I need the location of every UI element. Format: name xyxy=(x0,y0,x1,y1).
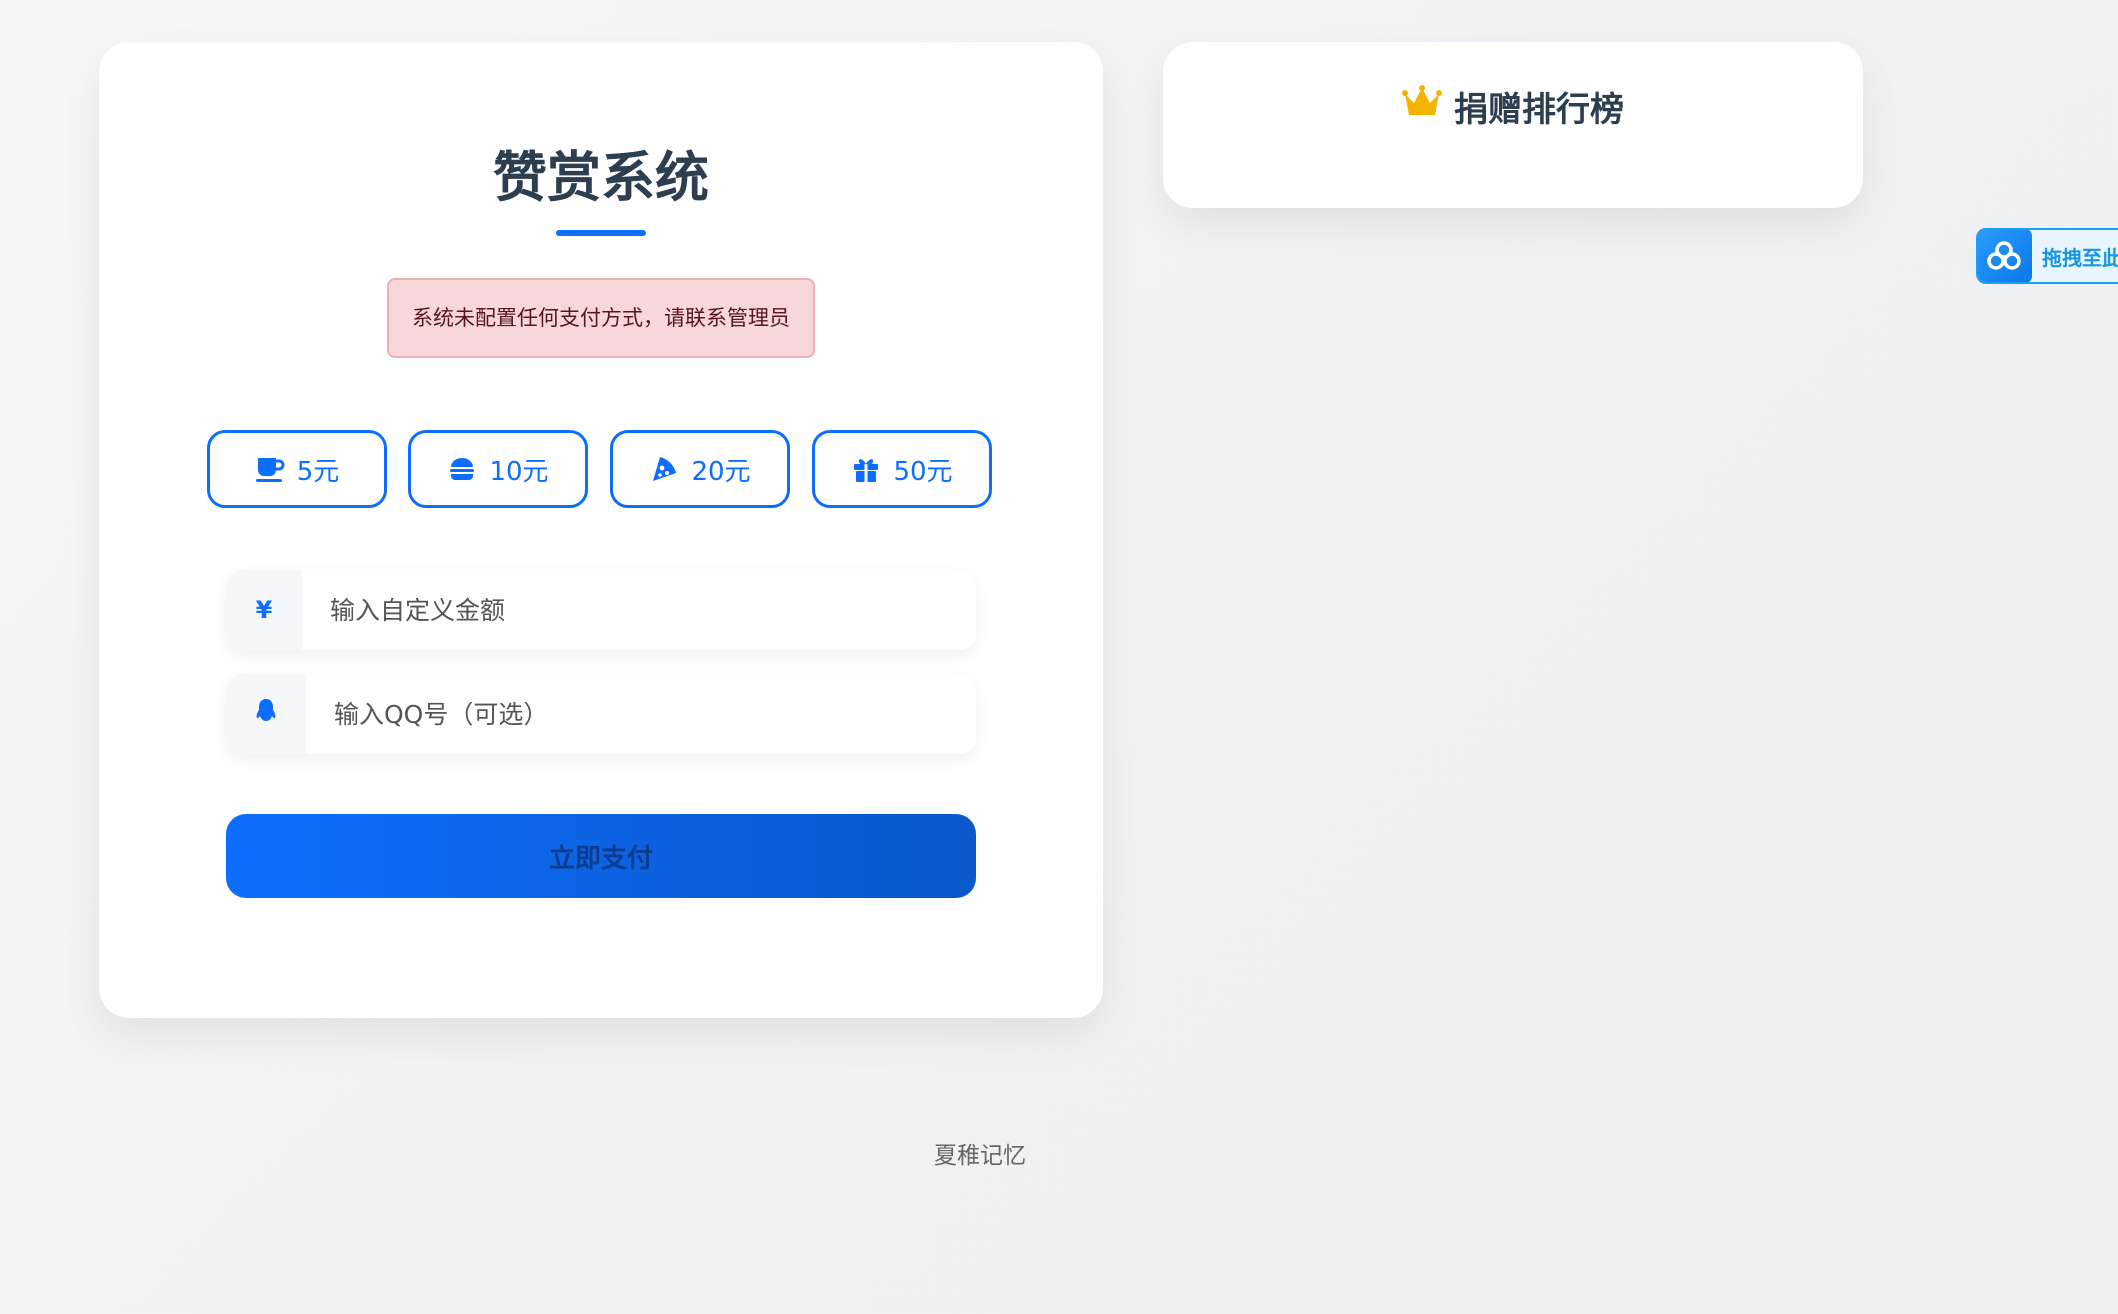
amount-button-label: 20元 xyxy=(691,456,751,487)
pizza-icon xyxy=(649,454,679,484)
qq-number-input[interactable] xyxy=(306,674,976,754)
amount-button-label: 5元 xyxy=(296,456,340,487)
amount-button-10[interactable]: 10元 xyxy=(408,430,588,508)
ranking-title-text: 捐赠排行榜 xyxy=(1454,90,1624,130)
title-underline xyxy=(556,230,646,236)
custom-amount-input[interactable] xyxy=(302,570,976,650)
amount-button-group: 5元 10元 20元 50元 xyxy=(207,430,1007,508)
amount-button-label: 10元 xyxy=(489,456,549,487)
drag-drop-label: 拖拽至此 xyxy=(2042,245,2118,270)
page-title: 赞赏系统 xyxy=(493,146,709,209)
ranking-title: 捐赠排行榜 xyxy=(1163,82,1863,131)
amount-button-label: 50元 xyxy=(893,456,953,487)
coffee-icon xyxy=(255,454,285,484)
qq-penguin-icon xyxy=(255,698,277,730)
amount-button-20[interactable]: 20元 xyxy=(610,430,790,508)
payment-alert: 系统未配置任何支付方式，请联系管理员 xyxy=(387,278,815,358)
amount-button-50[interactable]: 50元 xyxy=(812,430,992,508)
gift-icon xyxy=(851,454,881,484)
footer-text: 夏稚记忆 xyxy=(934,1143,1026,1169)
qq-number-group xyxy=(226,674,976,754)
baidu-netdisk-icon xyxy=(1978,230,2032,282)
custom-amount-group: ¥ xyxy=(226,570,976,650)
yuan-prefix: ¥ xyxy=(226,570,302,650)
drag-drop-widget[interactable]: 拖拽至此 xyxy=(1976,228,2118,284)
hamburger-icon xyxy=(447,454,477,484)
donation-ranking-card: 捐赠排行榜 xyxy=(1163,42,1863,208)
amount-button-5[interactable]: 5元 xyxy=(207,430,387,508)
crown-icon xyxy=(1402,85,1442,128)
qq-prefix xyxy=(226,674,306,754)
donation-card: 赞赏系统 系统未配置任何支付方式，请联系管理员 5元 10元 20元 50元 ¥… xyxy=(99,42,1103,1018)
pay-now-button[interactable]: 立即支付 xyxy=(226,814,976,898)
